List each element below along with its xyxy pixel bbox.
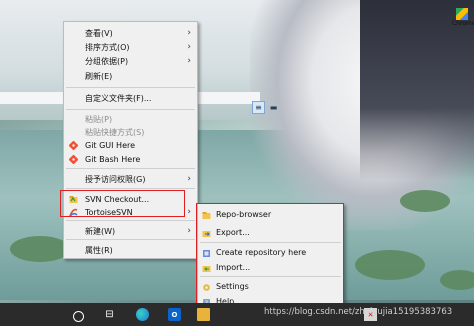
chevron-right-icon: ›: [187, 174, 191, 184]
outlook-icon[interactable]: O: [168, 308, 181, 321]
task-view-icon[interactable]: ⊟: [103, 308, 116, 321]
context-menu-item[interactable]: 自定义文件夹(F)...: [64, 92, 197, 105]
context-menu-item-label: 粘贴(P): [85, 115, 113, 124]
edge-icon[interactable]: [136, 308, 149, 321]
desktop-shortcut-label: Chrome: [452, 20, 474, 27]
context-menu-item-label: 刷新(E): [85, 72, 113, 81]
menu-separator: [66, 109, 195, 110]
watermark: https://blog.csdn.net/zhaiyujia151953837…: [264, 307, 453, 317]
context-menu-item-label: 属性(R): [85, 246, 113, 255]
context-menu-item[interactable]: 粘贴(P): [64, 113, 197, 126]
chevron-right-icon: ›: [187, 56, 191, 66]
lily-pad: [400, 190, 450, 212]
search-icon[interactable]: [73, 311, 84, 322]
context-menu-item-label: Git GUI Here: [85, 141, 136, 150]
chrome-icon: [456, 8, 468, 20]
context-menu-item-label: 分组依据(P): [85, 57, 129, 66]
menu-separator: [66, 239, 195, 240]
details-view-icon[interactable]: ≡: [252, 101, 265, 114]
context-menu-item[interactable]: 新建(W) ›: [64, 225, 197, 238]
context-menu-item-label: 粘贴快捷方式(S): [85, 128, 145, 137]
large-icons-view-icon[interactable]: ▬: [267, 101, 280, 114]
menu-separator: [66, 188, 195, 189]
menu-separator: [66, 87, 195, 88]
lily-pad: [355, 250, 425, 280]
context-menu-item[interactable]: 授予访问权限(G) ›: [64, 173, 197, 186]
git-bash-icon: [68, 154, 79, 165]
context-menu-item-label: 新建(W): [85, 227, 116, 236]
view-mode-buttons: ≡ ▬: [252, 101, 280, 115]
context-menu-item-label: 授予访问权限(G): [85, 175, 146, 184]
menu-separator: [66, 220, 195, 221]
chevron-right-icon: ›: [187, 226, 191, 236]
context-menu-item[interactable]: 排序方式(O) ›: [64, 41, 197, 54]
git-gui-icon: [68, 140, 79, 151]
context-menu-item[interactable]: 分组依据(P) ›: [64, 55, 197, 68]
highlight-box-svn: [60, 190, 185, 217]
menu-separator: [66, 168, 195, 169]
file-explorer-icon[interactable]: [197, 308, 210, 321]
chevron-right-icon: ›: [187, 42, 191, 52]
context-menu-item[interactable]: Git GUI Here: [64, 139, 197, 152]
context-menu-item-label: 排序方式(O): [85, 43, 130, 52]
context-menu-item[interactable]: 粘贴快捷方式(S): [64, 126, 197, 139]
context-menu-item[interactable]: 刷新(E): [64, 70, 197, 83]
desktop-shortcut[interactable]: Chrome: [452, 8, 474, 38]
desktop-context-menu: 查看(V) › 排序方式(O) › 分组依据(P) › 刷新(E) 自定义文件夹(F)... 粘…: [63, 21, 198, 259]
context-menu-item-label: 查看(V): [85, 29, 113, 38]
context-menu-item[interactable]: 查看(V) ›: [64, 27, 197, 40]
context-menu-item[interactable]: 属性(R): [64, 244, 197, 257]
chevron-right-icon: ›: [187, 207, 191, 217]
lily-pad: [10, 236, 70, 262]
context-menu-item-label: 自定义文件夹(F)...: [85, 94, 152, 103]
chevron-right-icon: ›: [187, 28, 191, 38]
context-menu-item[interactable]: Git Bash Here: [64, 153, 197, 166]
lily-pad: [440, 270, 474, 290]
context-menu-item-label: Git Bash Here: [85, 155, 141, 164]
